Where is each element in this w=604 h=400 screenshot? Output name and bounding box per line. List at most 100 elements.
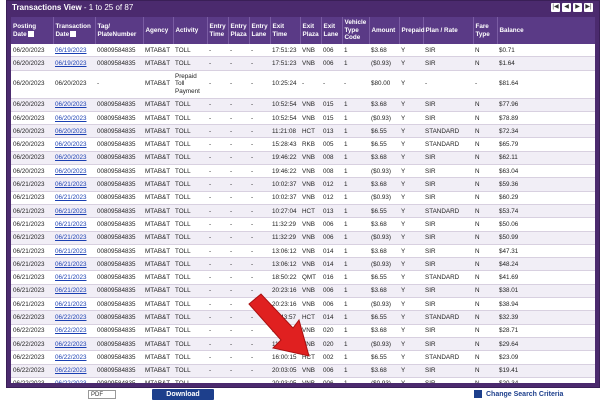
next-page-button[interactable]: ▶ <box>573 3 582 12</box>
table-cell[interactable]: 06/20/2023 <box>53 111 95 126</box>
table-cell: Y <box>399 177 423 192</box>
table-cell: 00809584835 <box>95 350 143 365</box>
table-cell[interactable]: 06/20/2023 <box>53 124 95 139</box>
table-cell[interactable]: 06/21/2023 <box>53 177 95 192</box>
table-cell[interactable]: 06/20/2023 <box>53 151 95 166</box>
table-cell: 00809584835 <box>95 137 143 152</box>
table-cell: - <box>207 257 228 272</box>
table-cell: 1 <box>342 44 369 58</box>
table-cell: 1 <box>342 56 369 71</box>
prev-page-button[interactable]: ◀ <box>562 3 571 12</box>
table-cell: $81.64 <box>497 70 595 99</box>
table-cell: $38.94 <box>497 297 595 312</box>
table-cell: - <box>228 164 249 179</box>
table-cell[interactable]: 06/22/2023 <box>53 364 95 378</box>
table-cell: N <box>473 111 497 126</box>
table-cell: $3.68 <box>369 217 399 232</box>
table-row: 06/20/2023 06/20/2023 00809584835 MTAB&T TOL… <box>11 151 595 166</box>
table-cell: ($0.93) <box>369 297 399 312</box>
table-cell: N <box>473 350 497 365</box>
table-cell: - <box>249 44 270 58</box>
table-cell: 06/20/2023 <box>11 70 53 99</box>
table-cell: 11:21:08 <box>270 124 300 139</box>
window-range: - 1 to 25 of 87 <box>81 3 134 12</box>
table-cell: 16:00:15 <box>270 350 300 365</box>
table-cell: VNB <box>300 217 321 232</box>
table-cell: $6.55 <box>369 310 399 325</box>
table-cell: 1 <box>342 217 369 232</box>
table-cell: 1 <box>342 231 369 245</box>
last-page-button[interactable]: ▶| <box>584 3 593 12</box>
table-cell[interactable]: 06/21/2023 <box>53 191 95 205</box>
sort-icon[interactable] <box>70 30 77 37</box>
table-cell: 00809584835 <box>95 44 143 58</box>
table-cell: TOLL <box>173 297 207 312</box>
table-cell[interactable]: 06/22/2023 <box>53 324 95 338</box>
table-cell: N <box>473 324 497 338</box>
table-cell: $32.39 <box>497 310 595 325</box>
table-cell[interactable]: 06/20/2023 <box>53 137 95 152</box>
table-row: 06/20/2023 06/19/2023 00809584835 MTAB&T TOL… <box>11 44 595 58</box>
column-header[interactable]: Posting Date <box>11 17 54 44</box>
table-cell: - <box>228 124 249 139</box>
table-cell[interactable]: 06/21/2023 <box>53 231 95 245</box>
table-cell: 1 <box>342 164 369 179</box>
table-cell: MTAB&T <box>143 70 173 99</box>
table-cell: 020 <box>321 324 342 338</box>
table-cell[interactable]: 06/21/2023 <box>53 284 95 299</box>
table-cell: 00809584835 <box>95 231 143 245</box>
column-header: Tag/ PlateNumber <box>95 17 144 44</box>
export-format-select[interactable]: PDF <box>88 390 116 399</box>
table-cell[interactable]: 06/19/2023 <box>53 56 95 71</box>
table-cell[interactable]: 06/20/2023 <box>53 98 95 112</box>
table-cell: - <box>207 98 228 112</box>
table-cell: - <box>207 111 228 126</box>
table-cell: SIR <box>423 337 473 352</box>
column-header: Agency <box>143 17 174 44</box>
table-cell: 00809584835 <box>95 364 143 378</box>
table-cell: $3.68 <box>369 151 399 166</box>
table-cell: $3.68 <box>369 44 399 58</box>
table-cell[interactable]: 06/22/2023 <box>53 337 95 352</box>
table-cell: 11:24:43 <box>270 337 300 352</box>
table-cell: N <box>473 231 497 245</box>
table-cell: N <box>473 137 497 152</box>
table-cell[interactable]: 06/21/2023 <box>53 270 95 285</box>
table-cell[interactable]: 06/20/2023 <box>53 164 95 179</box>
table-cell: STANDARD <box>423 350 473 365</box>
first-page-button[interactable]: |◀ <box>551 3 560 12</box>
table-cell: 006 <box>321 284 342 299</box>
table-cell: - <box>207 164 228 179</box>
table-cell[interactable]: 06/21/2023 <box>53 297 95 312</box>
table-cell: Y <box>399 191 423 205</box>
table-cell: $77.96 <box>497 98 595 112</box>
table-cell: - <box>249 284 270 299</box>
table-cell: TOLL <box>173 44 207 58</box>
table-cell: MTAB&T <box>143 124 173 139</box>
table-cell[interactable]: 06/22/2023 <box>53 350 95 365</box>
table-cell: 06/20/2023 <box>53 70 95 99</box>
table-cell: - <box>249 244 270 259</box>
table-cell[interactable]: 06/21/2023 <box>53 244 95 259</box>
table-cell: VNB <box>300 257 321 272</box>
table-row: 06/21/2023 06/21/2023 00809584835 MTAB&T TOL… <box>11 270 595 285</box>
table-cell: $0.71 <box>497 44 595 58</box>
table-cell: - <box>249 377 270 383</box>
sort-icon[interactable] <box>27 30 34 37</box>
column-header[interactable]: Transaction Date <box>53 17 96 44</box>
table-cell[interactable]: 06/21/2023 <box>53 257 95 272</box>
table-cell: - <box>300 70 321 99</box>
download-button[interactable]: Download <box>152 389 214 400</box>
table-cell: $3.68 <box>369 244 399 259</box>
table-cell: $19.41 <box>497 364 595 378</box>
table-cell[interactable]: 06/22/2023 <box>53 310 95 325</box>
table-cell: 016 <box>321 270 342 285</box>
table-cell[interactable]: 06/21/2023 <box>53 217 95 232</box>
change-search-criteria-link[interactable]: Change Search Criteria <box>474 389 590 400</box>
table-cell[interactable]: 06/22/2023 <box>53 377 95 383</box>
table-cell: N <box>473 337 497 352</box>
table-cell: 006 <box>321 231 342 245</box>
table-cell[interactable]: 06/21/2023 <box>53 204 95 219</box>
table-cell: SIR <box>423 364 473 378</box>
table-cell[interactable]: 06/19/2023 <box>53 44 95 58</box>
